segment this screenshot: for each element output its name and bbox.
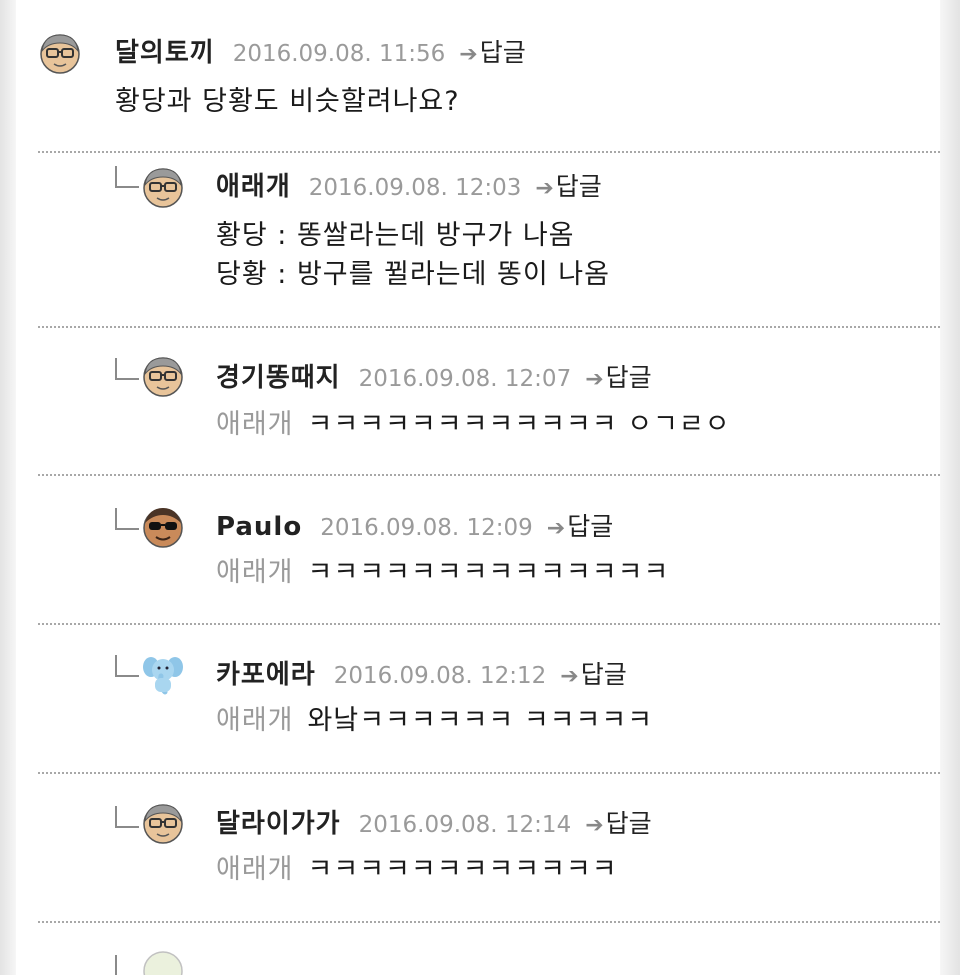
comment-header: Paulo 2016.09.08. 12:09 ➔답글	[216, 510, 613, 546]
comment-body: 애래개 와낰ㅋㅋㅋㅋㅋㅋ ㅋㅋㅋㅋㅋ	[216, 702, 653, 740]
comment-text: ㅋㅋㅋㅋㅋㅋㅋㅋㅋㅋㅋㅋㅋㅋ	[307, 557, 670, 588]
reply-button[interactable]: ➔답글	[547, 512, 613, 541]
comment-header: 달의토끼 2016.09.08. 11:56 ➔답글	[115, 36, 526, 72]
comment-header: 경기똥때지 2016.09.08. 12:07 ➔답글	[216, 361, 652, 397]
blue-elephant-icon[interactable]	[141, 652, 185, 696]
reply-label: 답글	[555, 172, 602, 201]
comment-divider	[38, 772, 940, 774]
comment-body: 애래개 ㅋㅋㅋㅋㅋㅋㅋㅋㅋㅋㅋㅋ	[216, 851, 618, 889]
reply-indent-icon	[115, 358, 139, 380]
comment-date: 2016.09.08. 12:09	[320, 515, 533, 541]
comment-date: 2016.09.08. 12:14	[358, 812, 572, 838]
comment-text: ㅋㅋㅋㅋㅋㅋㅋㅋㅋㅋㅋㅋ	[307, 854, 618, 885]
reply-indent-icon	[115, 166, 139, 188]
gray-hair-glasses-face-icon[interactable]	[38, 31, 82, 75]
comment-divider	[38, 623, 940, 625]
nickname[interactable]: 애래개	[216, 172, 291, 202]
reply-indent-icon	[115, 655, 139, 677]
reply-button[interactable]: ➔답글	[535, 172, 601, 201]
comment-divider	[38, 151, 940, 153]
reply-label: 답글	[605, 363, 652, 392]
reply-button[interactable]: ➔답글	[459, 38, 525, 67]
reply-button[interactable]: ➔답글	[560, 660, 626, 689]
avatar-icon[interactable]	[141, 948, 185, 975]
comment-body-line: 황당 : 똥쌀라는데 방구가 나옴	[216, 220, 575, 251]
mention-tag[interactable]: 애래개	[216, 409, 294, 440]
reply-button[interactable]: ➔답글	[585, 363, 651, 392]
reply-arrow-icon: ➔	[535, 176, 554, 201]
comment-header: 애래개 2016.09.08. 12:03 ➔답글	[216, 170, 602, 206]
comment-text: ㅋㅋㅋㅋㅋㅋㅋㅋㅋㅋㅋㅋ ㅇㄱㄹㅇ	[307, 409, 731, 440]
comment-body: 애래개 ㅋㅋㅋㅋㅋㅋㅋㅋㅋㅋㅋㅋㅋㅋ	[216, 554, 669, 592]
comment-date: 2016.09.08. 12:12	[333, 663, 547, 689]
reply-label: 답글	[580, 660, 627, 689]
nickname[interactable]: 달의토끼	[115, 38, 215, 68]
comment-body: 애래개 ㅋㅋㅋㅋㅋㅋㅋㅋㅋㅋㅋㅋ ㅇㄱㄹㅇ	[216, 406, 731, 444]
mention-tag[interactable]: 애래개	[216, 557, 294, 588]
reply-arrow-icon: ➔	[585, 367, 604, 392]
nickname[interactable]: 달라이가가	[216, 809, 341, 839]
nickname[interactable]: 경기똥때지	[216, 363, 341, 393]
mention-tag[interactable]: 애래개	[216, 705, 294, 736]
comment-divider	[38, 326, 940, 328]
comment-body: 황당과 당황도 비슷할려나요?	[115, 86, 460, 117]
comment-text: 와낰ㅋㅋㅋㅋㅋㅋ ㅋㅋㅋㅋㅋ	[307, 705, 654, 736]
comment-body-line: 당황 : 방구를 뀔라는데 똥이 나옴	[216, 259, 610, 290]
comment-date: 2016.09.08. 12:03	[308, 175, 522, 201]
nickname[interactable]: Paulo	[216, 512, 302, 542]
comment-date: 2016.09.08. 12:07	[358, 366, 572, 392]
reply-label: 답글	[479, 38, 526, 67]
gray-hair-glasses-face-icon[interactable]	[141, 354, 185, 398]
comment-date: 2016.09.08. 11:56	[232, 41, 446, 67]
reply-arrow-icon: ➔	[560, 664, 579, 689]
comment-header: 카포에라 2016.09.08. 12:12 ➔답글	[216, 658, 627, 694]
comment-divider	[38, 474, 940, 476]
right-page-edge	[940, 0, 960, 975]
mention-tag[interactable]: 애래개	[216, 854, 294, 885]
comment-divider	[38, 921, 940, 923]
gray-hair-glasses-face-icon[interactable]	[141, 165, 185, 209]
comment-header: 달라이가가 2016.09.08. 12:14 ➔답글	[216, 807, 652, 843]
reply-label: 답글	[567, 512, 614, 541]
reply-indent-icon	[115, 806, 139, 828]
reply-label: 답글	[605, 809, 652, 838]
reply-arrow-icon: ➔	[546, 516, 566, 541]
sunglasses-face-icon[interactable]	[141, 505, 185, 549]
reply-indent-icon	[115, 955, 139, 975]
reply-arrow-icon: ➔	[459, 42, 478, 67]
left-page-edge	[0, 0, 16, 975]
reply-button[interactable]: ➔답글	[585, 809, 651, 838]
gray-hair-glasses-face-icon[interactable]	[141, 801, 185, 845]
reply-indent-icon	[115, 508, 139, 530]
comment-thread: 달의토끼 2016.09.08. 11:56 ➔답글 황당과 당황도 비슷할려나요?…	[0, 0, 960, 975]
reply-arrow-icon: ➔	[585, 813, 604, 838]
nickname[interactable]: 카포에라	[216, 660, 316, 690]
